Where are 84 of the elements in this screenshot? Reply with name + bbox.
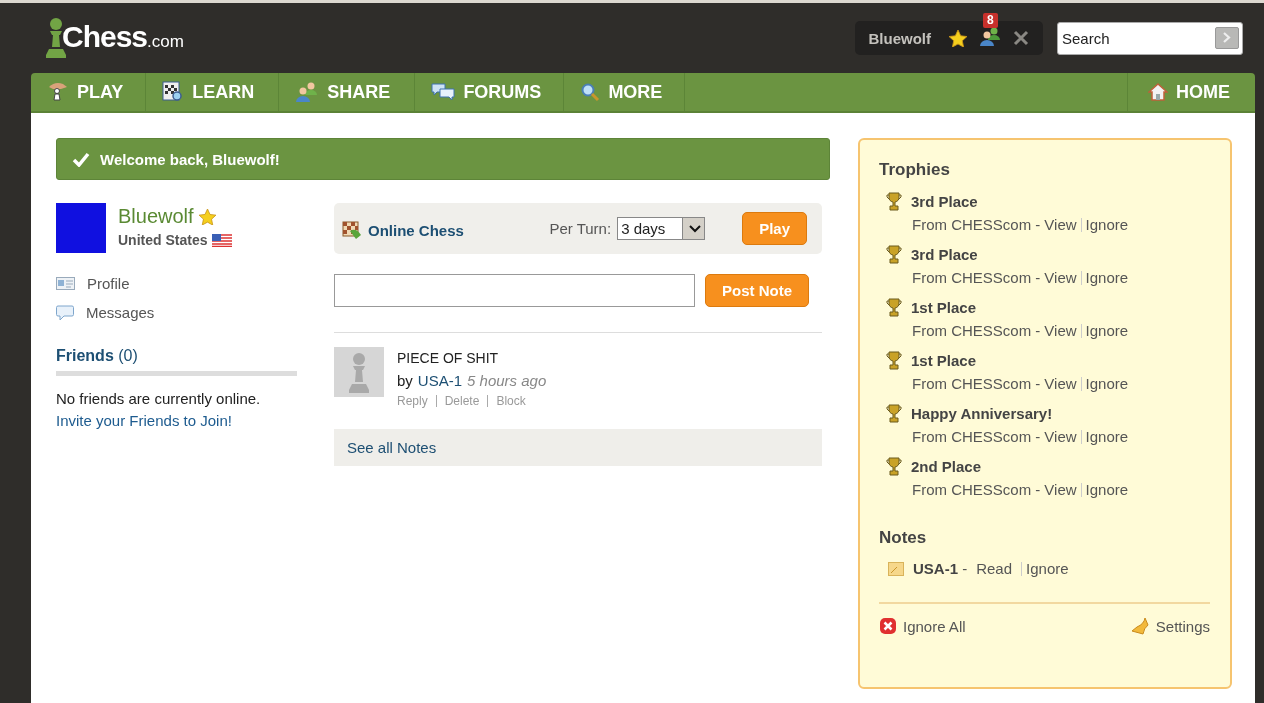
- trophy-source: From CHESScom -: [912, 322, 1041, 339]
- note-input-field[interactable]: [334, 274, 695, 307]
- settings-link[interactable]: Settings: [1129, 616, 1210, 636]
- trophy-icon: [886, 298, 902, 317]
- empty-message: No friends are currently online.: [56, 390, 262, 407]
- chessboard-icon: [342, 221, 362, 240]
- hand-pawn-icon: [47, 81, 69, 103]
- view-link[interactable]: View: [1044, 428, 1077, 445]
- trophy-icon: [886, 245, 902, 264]
- chess-logo[interactable]: Chess.com: [42, 16, 184, 60]
- nav-tab[interactable]: PLAY: [31, 73, 147, 111]
- board-magnifier-icon: [162, 81, 185, 103]
- trophy-source: From CHESScom -: [912, 481, 1041, 498]
- friends-icon[interactable]: [979, 26, 1001, 46]
- note-sender: USA-1 -: [913, 560, 968, 577]
- ignore-link[interactable]: Ignore: [1080, 217, 1129, 232]
- view-link[interactable]: View: [1044, 322, 1077, 339]
- chevron-icon: [1223, 32, 1231, 43]
- people-icon: [295, 81, 320, 103]
- search-field[interactable]: Search: [1057, 21, 1243, 55]
- house-icon: [1148, 83, 1168, 101]
- invite-link[interactable]: Invite your Friends to Join!: [56, 412, 232, 429]
- search-go-button[interactable]: [1215, 26, 1239, 49]
- close-icon[interactable]: [1013, 30, 1029, 46]
- see-all-notes-link[interactable]: See all Notes: [347, 439, 437, 456]
- nav-tab[interactable]: HOME: [1127, 73, 1255, 111]
- nav-tab[interactable]: SHARE: [279, 73, 416, 111]
- note-icon: [888, 561, 904, 576]
- section-heading: Trophies: [879, 160, 951, 180]
- trophy-icon: [886, 192, 902, 211]
- trophy-title: 1st Place: [911, 299, 977, 316]
- byline-label: by: [397, 372, 413, 389]
- section-heading: Notes: [879, 528, 928, 548]
- ignore-link[interactable]: Ignore: [1080, 323, 1129, 338]
- trophy-icon: [886, 404, 902, 423]
- username-link[interactable]: Bluewolf: [868, 29, 931, 47]
- trophy-icon: [886, 457, 902, 476]
- online-chess-link[interactable]: Online Chess: [342, 221, 464, 240]
- ignore-link[interactable]: Ignore: [1080, 270, 1129, 285]
- trophy-source: From CHESScom -: [912, 428, 1041, 445]
- star-icon: [198, 208, 216, 225]
- friends-heading[interactable]: Friends (0): [56, 347, 297, 376]
- sidebar-link[interactable]: Profile: [56, 275, 297, 292]
- ignore-all-link[interactable]: Ignore All: [879, 617, 966, 635]
- logo-text: Chess.com: [62, 20, 184, 54]
- caret-icon: [689, 224, 702, 233]
- view-link[interactable]: View: [1044, 269, 1077, 286]
- notification-badge: 8: [983, 13, 998, 28]
- view-link[interactable]: View: [1044, 375, 1077, 392]
- trophy-source: From CHESScom -: [912, 216, 1041, 233]
- trophy-source: From CHESScom -: [912, 375, 1041, 392]
- ignore-link[interactable]: Ignore: [1021, 561, 1069, 576]
- trophy-title: 1st Place: [911, 352, 977, 369]
- view-link[interactable]: View: [1044, 216, 1077, 233]
- trophy-title: 3rd Place: [911, 246, 978, 263]
- trophy-title: 2nd Place: [911, 458, 982, 475]
- checkmark-icon: [72, 151, 90, 167]
- speech-bubble-icon: [56, 304, 74, 321]
- ignore-link[interactable]: Ignore: [1080, 376, 1129, 391]
- speech-bubbles-icon: [431, 82, 456, 102]
- author-link[interactable]: USA-1: [417, 372, 463, 389]
- view-link[interactable]: View: [1044, 481, 1077, 498]
- trophy-title: Happy Anniversary!: [911, 405, 1053, 422]
- search-icon: [580, 82, 601, 102]
- note-text: PIECE OF SHIT: [397, 350, 500, 366]
- nav-tab[interactable]: MORE: [564, 73, 686, 111]
- star-icon: [949, 29, 967, 47]
- nav-tab[interactable]: LEARN: [146, 73, 280, 111]
- country-label: United States: [118, 232, 208, 248]
- trophy-title: 3rd Place: [911, 193, 978, 210]
- per-turn-dropdown[interactable]: 3 days: [617, 217, 706, 240]
- id-card-icon: [56, 277, 75, 290]
- sidebar-link[interactable]: Messages: [56, 304, 297, 321]
- read-link[interactable]: Read: [976, 560, 1013, 577]
- nav-tab[interactable]: FORUMS: [415, 73, 565, 111]
- flag-icon: [212, 233, 233, 247]
- trophy-source: From CHESScom -: [912, 269, 1041, 286]
- per-turn-label: Per Turn:: [549, 220, 612, 237]
- welcome-message: Welcome back, Bluewolf!: [100, 150, 280, 168]
- ignore-link[interactable]: Ignore: [1080, 482, 1129, 497]
- ignore-link[interactable]: Ignore: [1080, 429, 1129, 444]
- username-link[interactable]: Bluewolf: [118, 205, 194, 228]
- timestamp: 5 hours ago: [467, 372, 547, 389]
- trophy-icon: [886, 351, 902, 370]
